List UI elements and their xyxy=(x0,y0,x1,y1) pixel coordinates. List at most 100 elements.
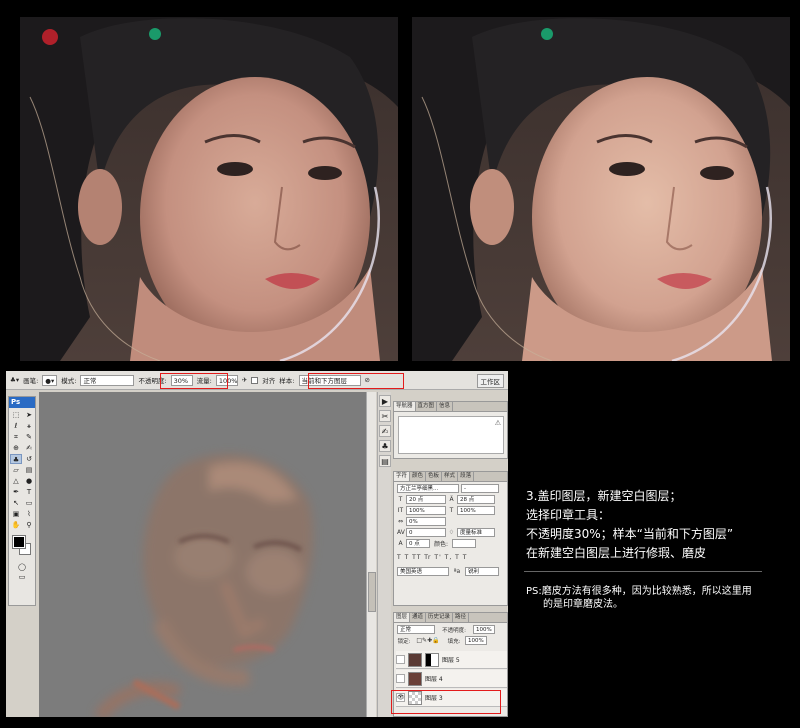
layer-row[interactable]: 图层 4 xyxy=(396,670,507,688)
quick-mask-icon[interactable]: ◯ xyxy=(16,562,28,572)
align-checkbox[interactable] xyxy=(251,376,259,384)
hand-tool-icon[interactable]: ✋ xyxy=(10,520,22,530)
crop-tool-icon[interactable]: ⌗ xyxy=(10,432,22,442)
brush-picker[interactable]: ●▾ xyxy=(42,374,58,386)
eyedropper-tool-icon[interactable]: ⌇ xyxy=(23,509,35,519)
layer-row[interactable]: 图层 5 xyxy=(396,651,507,669)
caption-line: 不透明度30%；样本“当前和下方图层” xyxy=(526,527,734,541)
layer-thumbnail xyxy=(408,671,422,686)
screen-mode-icon[interactable]: ▭ xyxy=(16,572,28,582)
shape-tool-icon[interactable]: ▭ xyxy=(23,498,35,508)
workspace-button[interactable]: 工作区 xyxy=(476,374,504,388)
before-photo xyxy=(20,17,398,361)
history-brush-icon[interactable]: ↺ xyxy=(23,454,35,464)
caption-line: 在新建空白图层上进行修瑕、磨皮 xyxy=(526,546,707,560)
layer-name: 图层 4 xyxy=(425,676,443,683)
tab-info[interactable]: 信息 xyxy=(437,402,454,411)
tab-paragraph[interactable]: 段落 xyxy=(458,472,475,481)
ps-note-line: PS:磨皮方法有很多种，因为比较熟悉，所以这里用 xyxy=(526,586,752,597)
tab-navigator[interactable]: 导航器 xyxy=(394,402,416,411)
text-color-swatch[interactable] xyxy=(452,539,476,548)
font-size-select[interactable]: 20 点 xyxy=(406,495,446,504)
tab-channels[interactable]: 通道 xyxy=(410,613,427,622)
gradient-tool-icon[interactable]: ▤ xyxy=(23,465,35,475)
after-photo xyxy=(412,17,790,361)
panel-dock: ▶ ✂ ✍ ♣ ▤ xyxy=(377,392,391,717)
ps-logo: Ps xyxy=(9,397,35,408)
tab-character[interactable]: 字符 xyxy=(394,472,411,481)
hscale-input[interactable]: 100% xyxy=(457,506,495,515)
canvas-scrollbar[interactable] xyxy=(366,392,376,717)
notes-tool-icon[interactable]: ▣ xyxy=(10,509,22,519)
mode-select[interactable]: 正常 xyxy=(80,374,135,386)
layer-highlight xyxy=(391,690,501,714)
tracking-select[interactable]: 0% xyxy=(406,517,446,526)
hscale-icon: T xyxy=(449,507,454,514)
dock-stamp-icon[interactable]: ♣ xyxy=(379,440,391,452)
blur-tool-icon[interactable]: △ xyxy=(10,476,22,486)
dock-layers-icon[interactable]: ▤ xyxy=(379,455,391,467)
zoom-tool-icon[interactable]: ⚲ xyxy=(23,520,35,530)
language-select[interactable]: 美国英语 xyxy=(397,567,449,576)
brush-tool-icon[interactable]: ✍ xyxy=(23,443,35,453)
baseline-input[interactable]: 0 点 xyxy=(406,539,430,548)
photoshop-window: ♣▾ 画笔: ●▾ 模式: 正常 不透明度: 30% 流量: 100% ✈ 对齐… xyxy=(6,371,508,717)
clone-stamp-tool-icon[interactable]: ♣ xyxy=(10,454,22,464)
scrollbar-thumb[interactable] xyxy=(368,572,376,612)
vscale-icon: IT xyxy=(397,507,404,514)
antialias-select[interactable]: 锐利 xyxy=(465,567,499,576)
navigator-panel: 导航器 直方图 信息 ⚠ xyxy=(393,401,508,459)
kerning-mode-select[interactable]: 度量标准 xyxy=(457,528,495,537)
kerning-select[interactable]: 0 xyxy=(406,528,446,537)
mode-label: 模式: xyxy=(61,377,77,385)
fill-input[interactable]: 100% xyxy=(465,636,487,645)
eraser-tool-icon[interactable]: ▱ xyxy=(10,465,22,475)
caption-line: 选择印章工具： xyxy=(526,508,611,522)
stamp-tool-icon[interactable]: ♣▾ xyxy=(10,376,19,384)
layer-thumbnail xyxy=(408,652,422,667)
caption-divider xyxy=(524,571,762,572)
step-caption: 3.盖印图层，新建空白图层； 选择印章工具： 不透明度30%；样本“当前和下方图… xyxy=(526,487,733,563)
dock-tools-icon[interactable]: ✂ xyxy=(379,410,391,422)
tab-history[interactable]: 历史记录 xyxy=(426,613,454,622)
airbrush-icon[interactable]: ✈ xyxy=(242,376,247,384)
font-size-icon: T xyxy=(398,496,403,503)
tab-color[interactable]: 颜色 xyxy=(410,472,427,481)
blend-mode-select[interactable]: 正常 xyxy=(397,625,435,634)
layer-opacity-input[interactable]: 100% xyxy=(473,625,495,634)
font-family-select[interactable]: 方正兰亭细黑... xyxy=(397,484,459,493)
tab-histogram[interactable]: 直方图 xyxy=(416,402,438,411)
type-style-buttons[interactable]: T T TT Tr T' T, T T xyxy=(397,554,467,561)
pen-tool-icon[interactable]: ✒ xyxy=(10,487,22,497)
visibility-toggle[interactable] xyxy=(396,655,405,664)
dock-brush-icon[interactable]: ✍ xyxy=(379,425,391,437)
navigator-preview[interactable]: ⚠ xyxy=(398,416,504,454)
lasso-tool-icon[interactable]: ℓ xyxy=(10,421,22,431)
right-panels: 导航器 直方图 信息 ⚠ 字符 颜色 色板 样式 段落 方正兰亭细黑... - … xyxy=(393,390,508,717)
tab-swatches[interactable]: 色板 xyxy=(426,472,443,481)
healing-tool-icon[interactable]: ⊕ xyxy=(10,443,22,453)
slice-tool-icon[interactable]: ✎ xyxy=(23,432,35,442)
tab-styles[interactable]: 样式 xyxy=(442,472,459,481)
path-select-icon[interactable]: ↖ xyxy=(10,498,22,508)
dock-play-icon[interactable]: ▶ xyxy=(379,395,391,407)
dodge-tool-icon[interactable]: ● xyxy=(23,476,35,486)
layer-name: 图层 5 xyxy=(442,657,460,664)
lock-icons[interactable]: □✎✚🔒 xyxy=(413,637,443,644)
tab-layers[interactable]: 图层 xyxy=(394,613,411,622)
magic-wand-icon[interactable]: ⚹ xyxy=(23,421,35,431)
tracking-icon: ⇔ xyxy=(397,518,404,525)
font-style-select[interactable]: - xyxy=(461,484,499,493)
warning-icon: ⚠ xyxy=(494,419,501,427)
color-swatches[interactable] xyxy=(11,535,33,558)
vscale-input[interactable]: 100% xyxy=(406,506,446,515)
lock-label: 锁定: xyxy=(397,638,411,645)
type-tool-icon[interactable]: T xyxy=(23,487,35,497)
move-tool-icon[interactable]: ➤ xyxy=(23,410,35,420)
leading-select[interactable]: 28 点 xyxy=(457,495,495,504)
visibility-toggle[interactable] xyxy=(396,674,405,683)
marquee-tool-icon[interactable]: ⬚ xyxy=(10,410,22,420)
foreground-color-swatch[interactable] xyxy=(12,535,26,549)
document-canvas[interactable] xyxy=(39,392,376,717)
tab-paths[interactable]: 路径 xyxy=(453,613,470,622)
